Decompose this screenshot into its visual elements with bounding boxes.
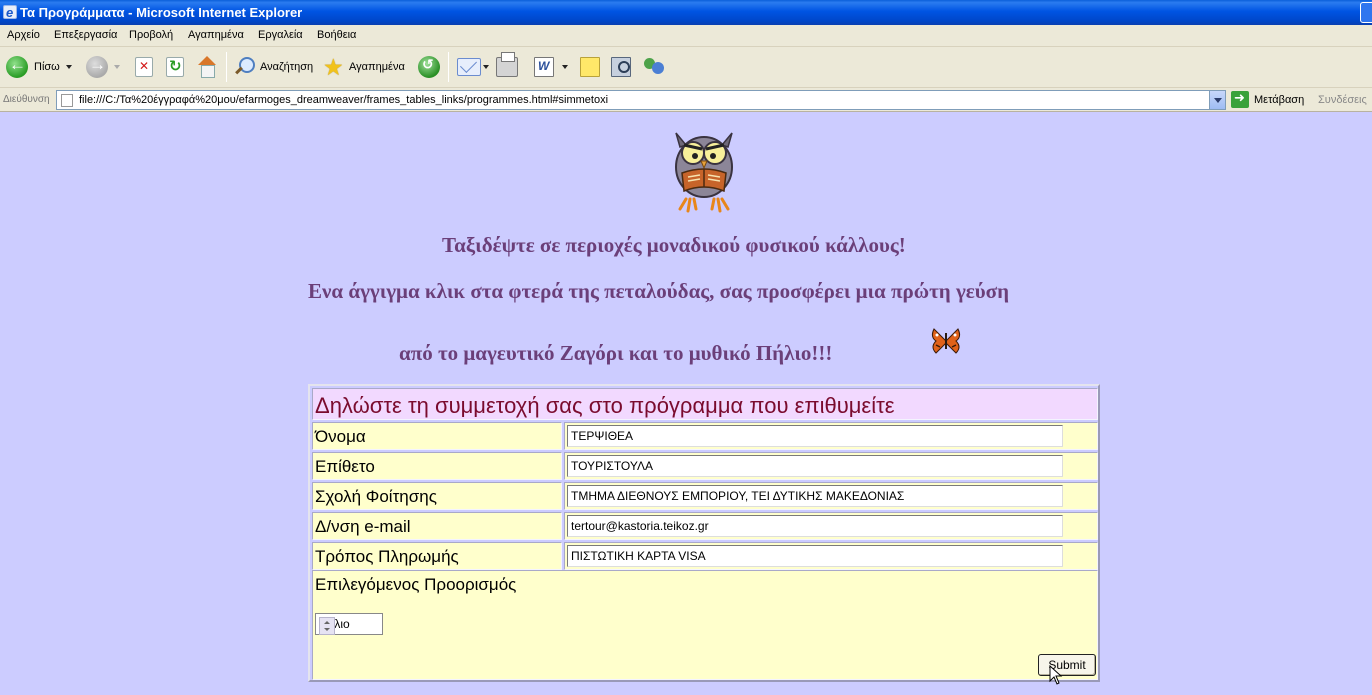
owl-reading-image: [675, 132, 733, 213]
edit-button[interactable]: [534, 53, 568, 81]
form-heading-cell: Δηλώστε τη συμμετοχή σας στο πρόγραμμα π…: [312, 388, 1098, 420]
research-button[interactable]: [611, 53, 631, 81]
address-dropdown-icon[interactable]: [1209, 91, 1225, 109]
discuss-button[interactable]: [580, 53, 600, 81]
research-icon: [611, 57, 631, 77]
star-icon: ★: [323, 54, 344, 80]
word-edit-icon: [534, 57, 554, 77]
form-heading: Δηλώστε τη συμμετοχή σας στο πρόγραμμα π…: [315, 393, 895, 418]
search-button[interactable]: Αναζήτηση: [233, 53, 313, 81]
print-button[interactable]: [496, 52, 518, 81]
home-icon: [196, 56, 218, 78]
label-cell-email: Δ/νση e-mail: [312, 512, 562, 540]
ie-icon: [3, 0, 17, 25]
toolbar-separator: [226, 52, 227, 82]
address-input[interactable]: file:///C:/Τα%20έγγραφά%20μου/efarmoges_…: [56, 90, 1226, 110]
registration-form: Δηλώστε τη συμμετοχή σας στο πρόγραμμα π…: [308, 384, 1100, 685]
toolbar: Πίσω Αναζήτηση ★ Αγαπημένα: [0, 47, 1372, 88]
history-icon: [418, 56, 440, 78]
back-label: Πίσω: [34, 61, 60, 73]
mail-button[interactable]: [457, 53, 489, 81]
first-name-label: Όνομα: [315, 427, 366, 446]
refresh-icon: [166, 57, 184, 77]
back-button[interactable]: Πίσω: [6, 53, 72, 81]
payment-label: Τρόπος Πληρωμής: [315, 547, 459, 566]
label-cell-school: Σχολή Φοίτησης: [312, 482, 562, 510]
school-label: Σχολή Φοίτησης: [315, 487, 437, 506]
school-input[interactable]: ΤΜΗΜΑ ΔΙΕΘΝΟΥΣ ΕΜΠΟΡΙΟΥ, ΤΕΙ ΔΥΤΙΚΗΣ ΜΑΚ…: [567, 485, 1063, 507]
menu-bar: Αρχείο Επεξεργασία Προβολή Αγαπημένα Εργ…: [0, 25, 1372, 47]
address-label: Διεύθυνση: [3, 94, 50, 105]
favorites-label: Αγαπημένα: [349, 61, 405, 73]
label-cell-last-name: Επίθετο: [312, 452, 562, 480]
label-cell-first-name: Όνομα: [312, 422, 562, 450]
first-name-input[interactable]: ΤΕΡΨΙΘΕΑ: [567, 425, 1063, 447]
stop-button[interactable]: [135, 53, 153, 81]
destination-select[interactable]: Πήλιο: [315, 613, 383, 635]
go-arrow-icon: [1231, 90, 1249, 108]
headline-3: από το μαγευτικό Ζαγόρι και το μυθικό Πή…: [399, 341, 833, 365]
spinner-arrows-icon[interactable]: [319, 617, 335, 635]
forward-dropdown-icon[interactable]: [114, 65, 120, 69]
menu-tools[interactable]: Εργαλεία: [258, 29, 303, 41]
mouse-pointer-icon: [1049, 665, 1063, 685]
favorites-button[interactable]: ★ Αγαπημένα: [323, 53, 405, 81]
print-icon: [496, 52, 518, 77]
go-button[interactable]: Μετάβαση: [1231, 90, 1305, 108]
value-cell-last-name: ΤΟΥΡΙΣΤΟΥΛΑ: [564, 452, 1098, 480]
history-button[interactable]: [418, 53, 440, 81]
destination-cell: Επιλεγόμενος Προορισμός Πήλιο Submit: [312, 570, 1098, 685]
mail-icon: [457, 58, 481, 76]
menu-view[interactable]: Προβολή: [129, 29, 173, 41]
menu-file[interactable]: Αρχείο: [7, 29, 40, 41]
last-name-input[interactable]: ΤΟΥΡΙΣΤΟΥΛΑ: [567, 455, 1063, 477]
home-button[interactable]: [196, 53, 218, 81]
address-url: file:///C:/Τα%20έγγραφά%20μου/efarmoges_…: [79, 94, 609, 106]
email-label: Δ/νση e-mail: [315, 517, 411, 536]
payment-input[interactable]: ΠΙΣΤΩΤΙΚΗ ΚΑΡΤΑ VISA: [567, 545, 1063, 567]
value-cell-first-name: ΤΕΡΨΙΘΕΑ: [564, 422, 1098, 450]
label-cell-payment: Τρόπος Πληρωμής: [312, 542, 562, 570]
toolbar-separator: [448, 52, 449, 82]
messenger-icon: [642, 56, 666, 78]
last-name-label: Επίθετο: [315, 457, 375, 476]
headline-1: Ταξιδέψτε σε περιοχές μοναδικού φυσικού …: [442, 233, 906, 257]
back-arrow-icon: [6, 55, 28, 78]
messenger-button[interactable]: [642, 53, 666, 81]
page-icon: [61, 94, 73, 107]
headline-2: Ενα άγγιγμα κλικ στα φτερά της πεταλούδα…: [308, 279, 1009, 303]
menu-favorites[interactable]: Αγαπημένα: [188, 29, 244, 41]
submit-button[interactable]: Submit: [1038, 654, 1096, 676]
forward-button[interactable]: [86, 53, 120, 81]
value-cell-school: ΤΜΗΜΑ ΔΙΕΘΝΟΥΣ ΕΜΠΟΡΙΟΥ, ΤΕΙ ΔΥΤΙΚΗΣ ΜΑΚ…: [564, 482, 1098, 510]
page-content: Ταξιδέψτε σε περιοχές μοναδικού φυσικού …: [0, 113, 1372, 695]
search-icon: [233, 56, 255, 78]
window-title-bar: Τα Προγράμματα - Microsoft Internet Expl…: [0, 0, 1372, 25]
back-dropdown-icon[interactable]: [65, 65, 72, 69]
forward-arrow-icon: [86, 55, 108, 78]
mail-dropdown-icon[interactable]: [483, 65, 489, 69]
refresh-button[interactable]: [166, 53, 184, 81]
search-label: Αναζήτηση: [260, 61, 314, 73]
butterfly-link[interactable]: [930, 327, 962, 355]
menu-edit[interactable]: Επεξεργασία: [54, 29, 117, 41]
links-button[interactable]: Συνδέσεις: [1318, 94, 1367, 106]
email-input[interactable]: tertour@kastoria.teikoz.gr: [567, 515, 1063, 537]
note-icon: [580, 57, 600, 77]
menu-help[interactable]: Βοήθεια: [317, 29, 356, 41]
address-bar: Διεύθυνση file:///C:/Τα%20έγγραφά%20μου/…: [0, 88, 1372, 112]
value-cell-payment: ΠΙΣΤΩΤΙΚΗ ΚΑΡΤΑ VISA: [564, 542, 1098, 570]
edit-dropdown-icon[interactable]: [562, 65, 568, 69]
value-cell-email: tertour@kastoria.teikoz.gr: [564, 512, 1098, 540]
destination-label: Επιλεγόμενος Προορισμός: [315, 575, 517, 594]
go-label: Μετάβαση: [1254, 93, 1305, 106]
window-title: Τα Προγράμματα - Microsoft Internet Expl…: [20, 5, 303, 20]
stop-icon: [135, 57, 153, 77]
minimize-button[interactable]: [1360, 2, 1372, 23]
